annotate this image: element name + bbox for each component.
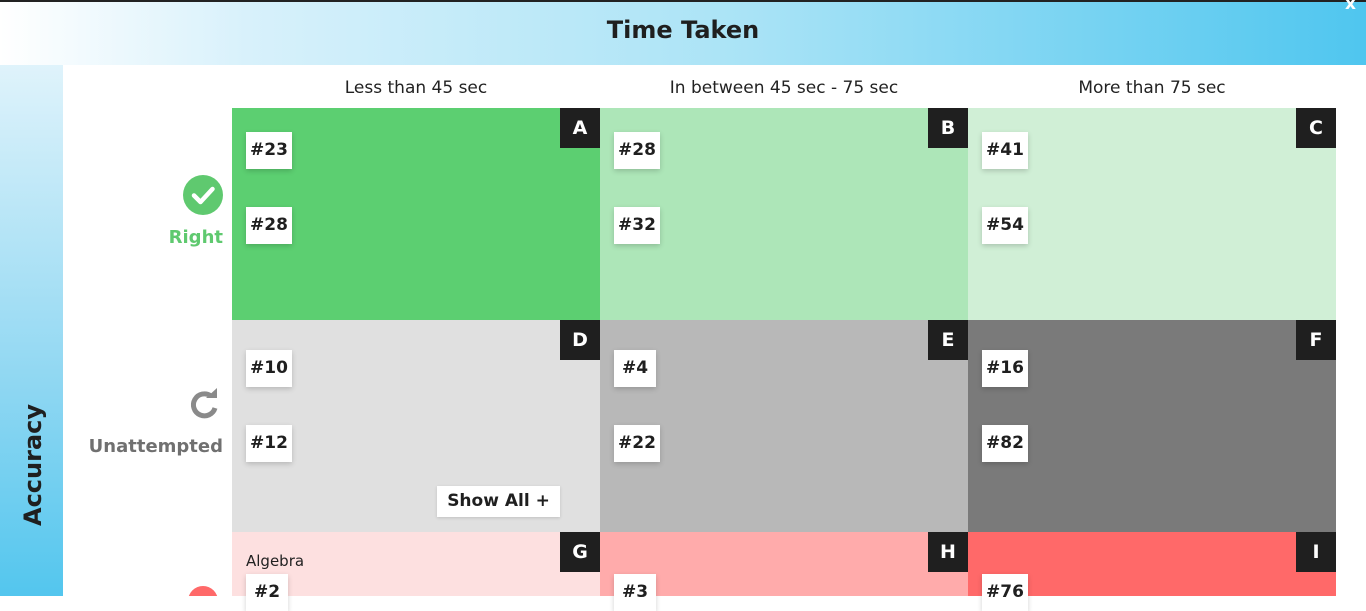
question-tag[interactable]: #10 — [246, 350, 292, 387]
question-tag[interactable]: #22 — [614, 425, 660, 462]
question-tag[interactable]: #32 — [614, 207, 660, 244]
cell-d: D #10 #12 Show All + — [232, 320, 600, 532]
question-tag[interactable]: #82 — [982, 425, 1028, 462]
cell-letter-a: A — [560, 108, 600, 148]
question-tag[interactable]: #16 — [982, 350, 1028, 387]
question-tag[interactable]: #3 — [614, 574, 656, 611]
question-tag[interactable]: #2 — [246, 574, 288, 611]
cell-letter-i: I — [1296, 532, 1336, 572]
cell-g: G Algebra #2 — [232, 532, 600, 611]
accuracy-title: Accuracy — [19, 403, 47, 527]
cell-e: E #4 #22 — [600, 320, 968, 532]
retry-arrow-icon — [186, 386, 224, 422]
question-tag[interactable]: #28 — [246, 207, 292, 244]
cell-letter-f: F — [1296, 320, 1336, 360]
question-tag[interactable]: #23 — [246, 132, 292, 169]
checkmark-circle-icon — [183, 175, 223, 215]
time-taken-header: Time Taken x — [0, 0, 1366, 65]
column-header-more-than-75: More than 75 sec — [1078, 78, 1226, 98]
question-tag[interactable]: #28 — [614, 132, 660, 169]
cell-h: H #3 — [600, 532, 968, 611]
close-button[interactable]: x — [1345, 0, 1356, 14]
question-tag[interactable]: #4 — [614, 350, 656, 387]
cell-c: C #41 #54 — [968, 108, 1336, 320]
topic-label: Algebra — [246, 552, 305, 570]
cell-a: A #23 #28 — [232, 108, 600, 320]
question-tag[interactable]: #41 — [982, 132, 1028, 169]
cell-letter-e: E — [928, 320, 968, 360]
row-label-right: Right — [168, 227, 223, 248]
cell-letter-h: H — [928, 532, 968, 572]
header-title: Time Taken — [606, 16, 760, 44]
cell-letter-d: D — [560, 320, 600, 360]
question-tag[interactable]: #76 — [982, 574, 1028, 611]
cell-letter-c: C — [1296, 108, 1336, 148]
row-label-unattempted: Unattempted — [88, 436, 223, 457]
column-header-45-to-75: In between 45 sec - 75 sec — [669, 78, 899, 98]
accuracy-side-bar: Accuracy — [0, 65, 63, 596]
cell-b: B #28 #32 — [600, 108, 968, 320]
cell-i: I #76 — [968, 532, 1336, 611]
cell-f: F #16 #82 — [968, 320, 1336, 532]
question-tag[interactable]: #54 — [982, 207, 1028, 244]
cell-letter-g: G — [560, 532, 600, 572]
wrong-icon — [188, 586, 218, 596]
show-all-button[interactable]: Show All + — [437, 486, 560, 517]
column-header-less-than-45: Less than 45 sec — [344, 78, 488, 98]
question-tag[interactable]: #12 — [246, 425, 292, 462]
cell-letter-b: B — [928, 108, 968, 148]
